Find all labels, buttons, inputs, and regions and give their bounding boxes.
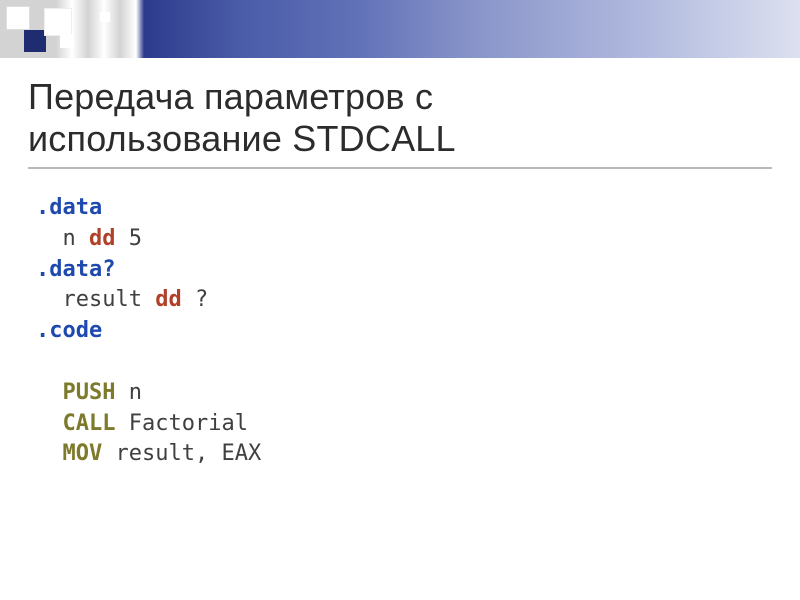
title-line-2: использование STDCALL — [28, 118, 456, 159]
code-token: result, EAX — [102, 441, 261, 466]
code-line: MOV result, EAX — [36, 439, 772, 470]
title-line-1: Передача параметров с — [28, 76, 433, 117]
code-token: .data? — [36, 257, 115, 282]
code-token: n — [63, 226, 90, 251]
code-token: dd — [89, 226, 116, 251]
code-token: Factorial — [115, 411, 247, 436]
code-token: n — [115, 380, 142, 405]
code-block: .data n dd 5.data? result dd ?.code PUSH… — [28, 193, 772, 470]
code-line: CALL Factorial — [36, 409, 772, 440]
code-token: PUSH — [63, 380, 116, 405]
code-line: .data? — [36, 255, 772, 286]
code-token — [36, 349, 49, 374]
code-line: result dd ? — [36, 285, 772, 316]
code-token: result — [63, 287, 156, 312]
code-token: CALL — [63, 411, 116, 436]
slide-body: Передача параметров с использование STDC… — [0, 58, 800, 470]
code-line — [36, 347, 772, 378]
code-token: .code — [36, 318, 102, 343]
code-line: .code — [36, 316, 772, 347]
code-token: 5 — [116, 226, 143, 251]
code-token: dd — [155, 287, 182, 312]
header-decorative-squares — [0, 0, 200, 58]
code-line: n dd 5 — [36, 224, 772, 255]
code-line: .data — [36, 193, 772, 224]
slide-title: Передача параметров с использование STDC… — [28, 76, 772, 169]
code-token: ? — [182, 287, 209, 312]
code-line: PUSH n — [36, 378, 772, 409]
code-token: .data — [36, 195, 102, 220]
code-token: MOV — [63, 441, 103, 466]
